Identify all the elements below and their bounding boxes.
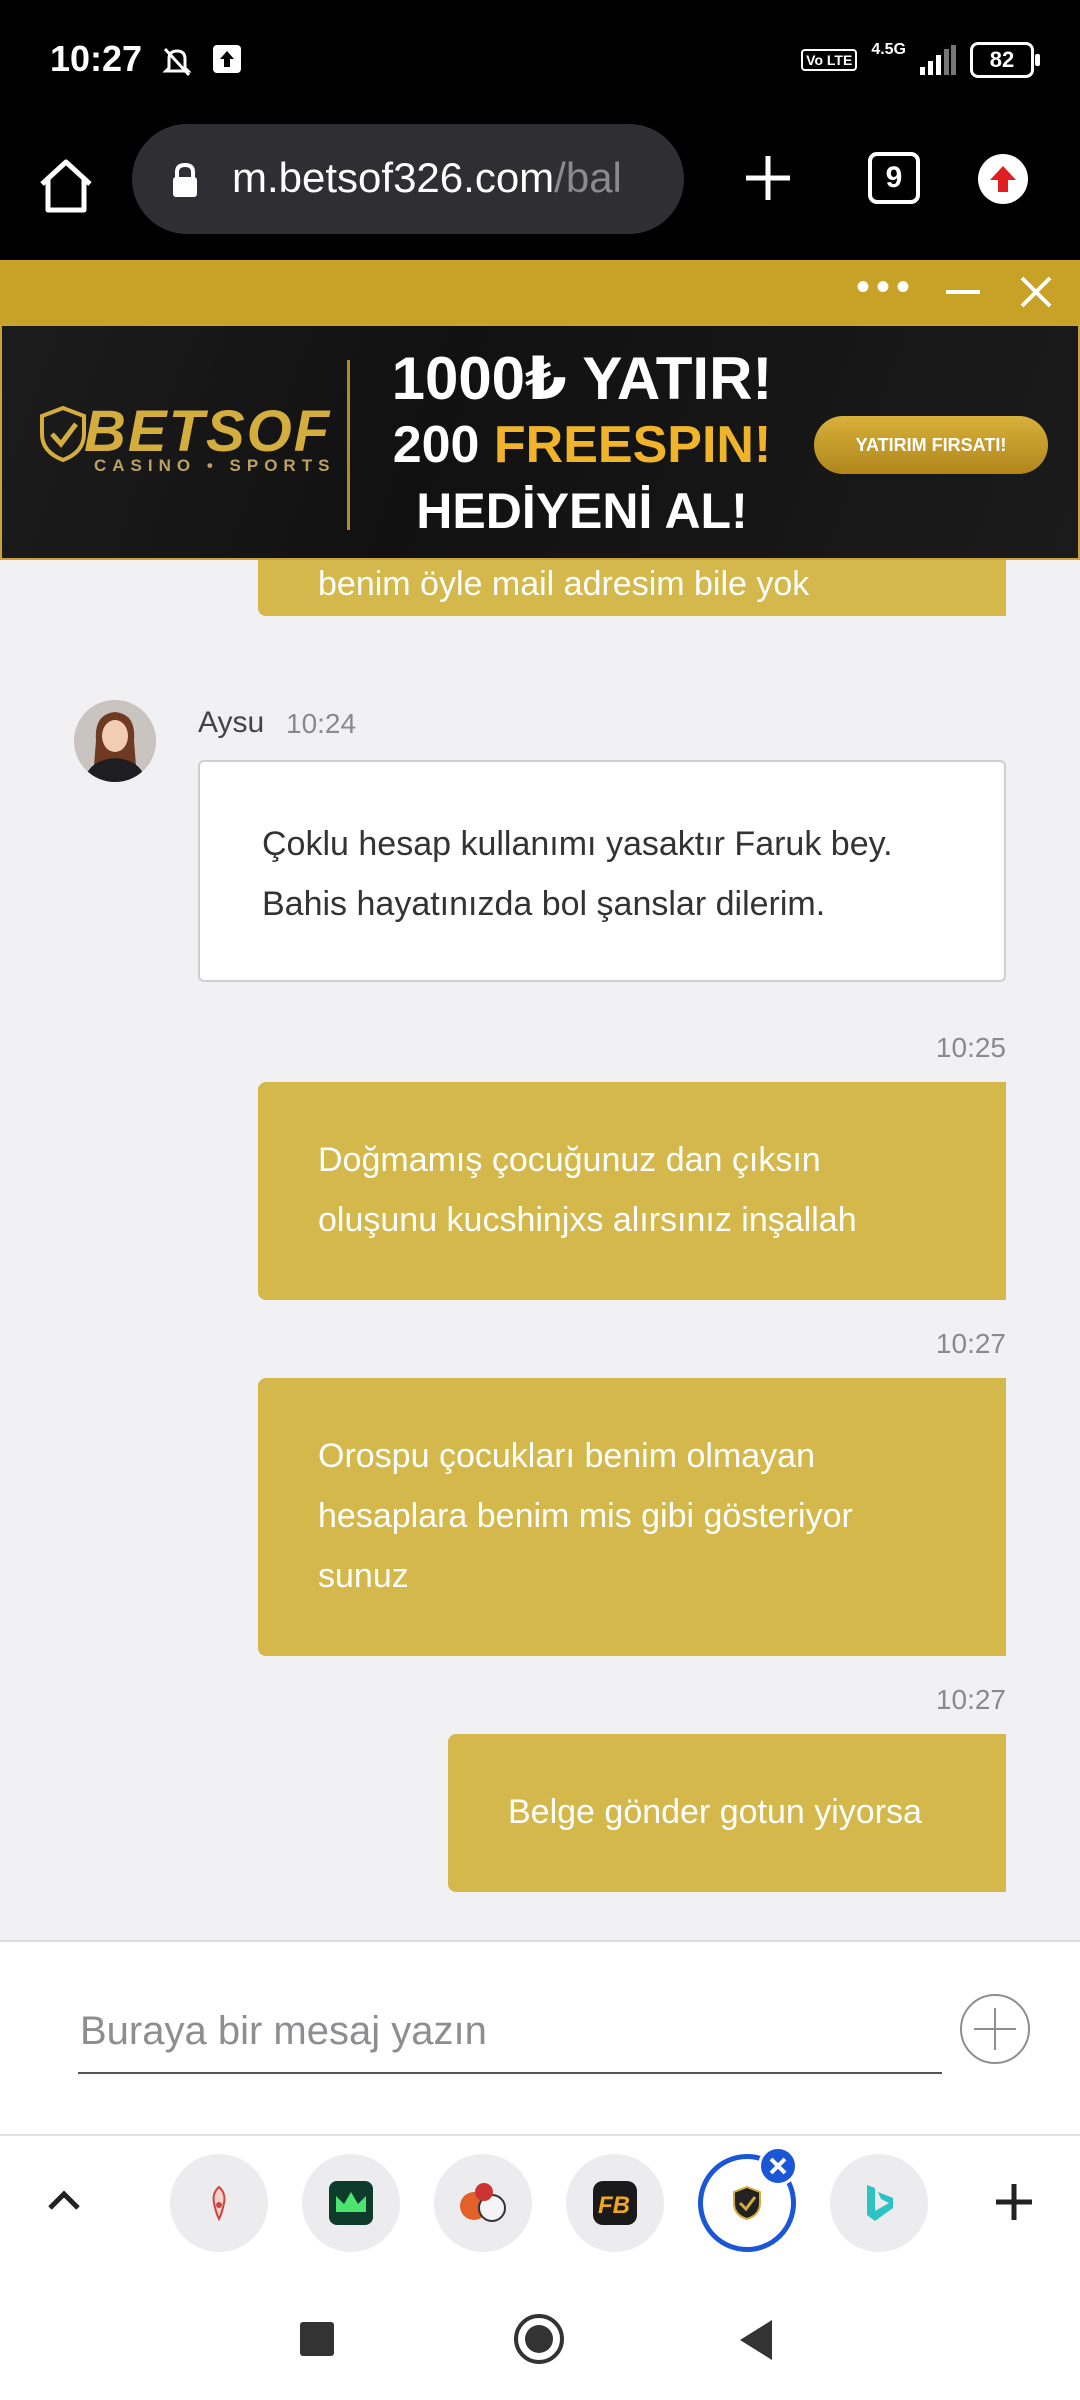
message-input[interactable] [78,1990,942,2074]
banner-logo-text: BETSOF [84,399,332,464]
user-message-bubble: Doğmamış çocuğunuz dan çıksın oluşunu ku… [258,1082,1006,1300]
url-text: m.betsof326.com/bal [232,154,622,202]
promo-line-1: 1000₺ YATIR! [391,345,773,412]
browser-toolbar: m.betsof326.com/bal 9 [0,124,1080,260]
tab-weather[interactable] [170,2154,268,2252]
user-message-partial: benim öyle mail adresim bile yok [258,560,1006,616]
home-icon[interactable] [34,154,98,218]
chat-widget-header: ••• [0,260,1080,324]
user-message-text: benim öyle mail adresim bile yok [318,565,810,603]
battery-icon: 82 [970,42,1040,78]
x-icon [769,2157,787,2175]
home-circle-icon[interactable] [514,2314,564,2364]
chevron-up-icon[interactable] [44,2180,84,2220]
user-message-bubble: Orospu çocukları benim olmayan hesaplara… [258,1378,1006,1656]
agent-message-time: 10:24 [286,708,357,739]
banner-promo-text: 1000₺ YATIR! 200 FREESPIN! HEDİYENİ AL! [362,346,802,544]
chat-messages: benim öyle mail adresim bile yok Aysu 10… [0,560,1080,1940]
tab-fb[interactable]: FB [566,2154,664,2252]
back-triangle-icon[interactable] [740,2320,772,2360]
user-message-bubble: Belge gönder gotun yiyorsa [448,1734,1006,1892]
message-time: 10:27 [935,1328,1006,1359]
arrow-up-icon [990,166,1016,192]
volte-badge: Vo LTE [801,49,858,71]
user-message-text: Doğmamış çocuğunuz dan çıksın oluşunu ku… [318,1141,857,1239]
agent-name: Aysu [198,706,265,739]
network-type: 4.5G [871,41,906,58]
tab-switcher-button[interactable]: 9 [868,152,920,204]
system-navigation-bar [0,2270,1080,2400]
message-composer [0,1940,1080,2134]
more-options-icon[interactable]: ••• [856,267,916,307]
tab-casino[interactable] [302,2154,400,2252]
fb-tab-icon: FB [593,2181,637,2225]
status-time: 10:27 [50,38,143,79]
user-message-text: Belge gönder gotun yiyorsa [508,1793,922,1831]
shield-logo-icon [40,406,86,462]
user-message-text: Orospu çocukları benim olmayan hesaplara… [318,1437,853,1595]
promo-line-2: 200 FREESPIN! [362,412,802,478]
tab-sports[interactable] [434,2154,532,2252]
betsof-shield-tab-icon [733,2185,761,2221]
casino-crown-tab-icon [329,2181,373,2225]
promo-line-2-a: 200 [392,416,494,474]
banner-logo-subtitle: CASINO • SPORTS [94,456,336,475]
attach-plus-icon[interactable] [960,1994,1030,2064]
message-time: 10:27 [935,1684,1006,1715]
weather-tab-icon [212,2185,226,2222]
svg-text:FB: FB [598,2192,630,2219]
banner-cta-button[interactable]: YATIRIM FIRSATI! [814,416,1048,474]
agent-photo [74,700,156,782]
tab-bing[interactable] [830,2154,928,2252]
promo-banner[interactable]: BETSOF CASINO • SPORTS 1000₺ YATIR! 200 … [0,324,1080,560]
update-arrow-icon[interactable] [978,154,1028,204]
signal-icon [920,45,956,75]
bing-tab-icon [867,2185,893,2221]
bell-muted-icon [162,47,192,77]
minimize-icon[interactable] [946,290,980,294]
message-time: 10:25 [935,1032,1006,1063]
status-bar: 10:27 Vo LTE 4.5G 82 [0,0,1080,124]
sports-ball-tab-icon [460,2183,506,2222]
url-host: m.betsof326.com [232,154,555,201]
upload-icon [213,45,241,73]
agent-message-text: Çoklu hesap kullanımı yasaktır Faruk bey… [262,825,893,923]
agent-message-bubble: Çoklu hesap kullanımı yasaktır Faruk bey… [198,760,1006,982]
browser-tab-strip: FB [0,2134,1080,2272]
new-tab-plus-icon[interactable] [738,148,798,208]
promo-line-3: HEDİYENİ AL! [416,483,748,539]
plus-icon [974,2008,1016,2050]
address-bar[interactable]: m.betsof326.com/bal [132,124,684,234]
close-icon[interactable] [1018,274,1054,310]
banner-divider [347,360,350,530]
add-tab-plus-icon[interactable] [992,2180,1036,2224]
url-path: /bal [554,154,622,201]
status-system-icons: Vo LTE 4.5G 82 [801,41,1040,78]
close-tab-icon[interactable] [758,2146,798,2186]
promo-line-2-b: FREESPIN! [493,416,772,474]
agent-avatar [74,700,156,782]
lock-icon [173,162,197,197]
status-notification-icons [160,44,242,78]
recent-apps-icon[interactable] [300,2322,334,2356]
